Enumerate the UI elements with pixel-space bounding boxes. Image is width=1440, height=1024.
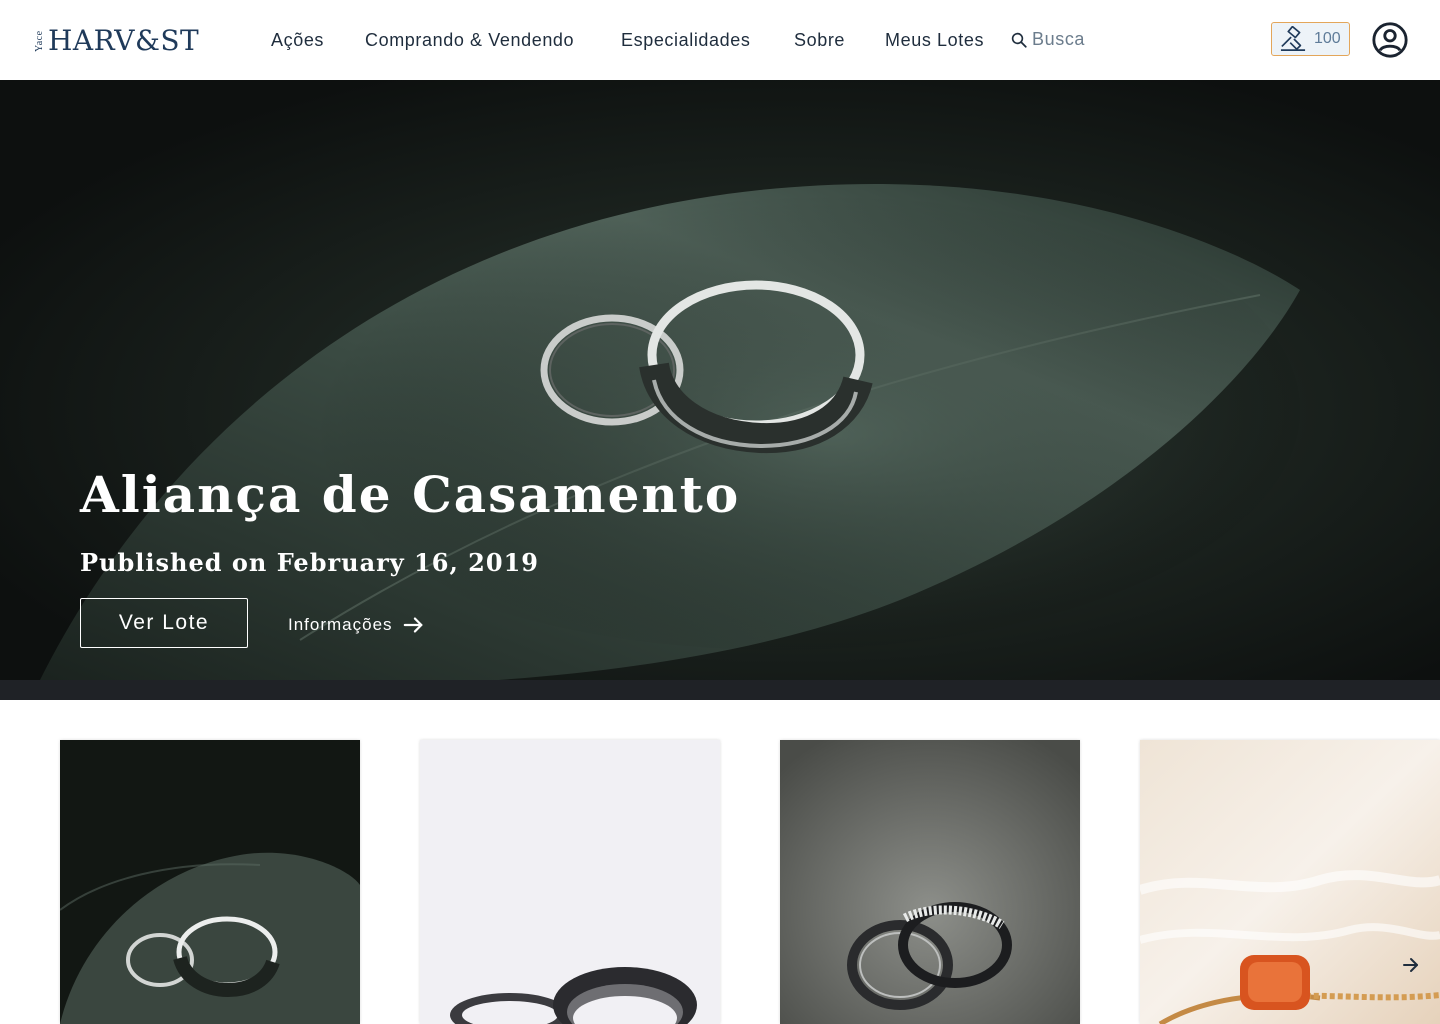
lot-card-3[interactable] xyxy=(780,740,1080,1024)
lot-card-2[interactable] xyxy=(420,740,720,1024)
user-circle-icon[interactable] xyxy=(1371,21,1409,59)
card-image-rings-on-leaf xyxy=(60,740,360,1024)
info-link[interactable]: Informações xyxy=(288,615,425,635)
search-icon xyxy=(1011,32,1027,48)
search-placeholder: Busca xyxy=(1032,29,1086,49)
hero-divider-band xyxy=(0,680,1440,700)
hero-banner: Aliança de Casamento Published on Februa… xyxy=(0,80,1440,680)
nav-item-sobre[interactable]: Sobre xyxy=(794,30,845,51)
bid-count: 100 xyxy=(1314,30,1341,47)
nav-item-meus-lotes[interactable]: Meus Lotes xyxy=(885,30,984,51)
view-lot-button[interactable]: Ver Lote xyxy=(80,598,248,648)
nav-item-comprando-vendendo[interactable]: Comprando & Vendendo xyxy=(365,30,574,51)
hero-image-rings xyxy=(40,170,1300,680)
bid-counter-button[interactable]: 100 xyxy=(1271,22,1350,56)
search-field[interactable]: Busca xyxy=(1010,29,1085,50)
lot-card-4[interactable] xyxy=(1140,740,1440,1024)
logo-wordmark: HARV&ST xyxy=(48,24,200,57)
card-image-dark-metal-rings xyxy=(420,740,720,1024)
chevron-right-icon[interactable] xyxy=(1399,953,1423,977)
info-link-label: Informações xyxy=(288,615,393,634)
site-header: Yace HARV&ST Ações Comprando & Vendendo … xyxy=(0,0,1440,80)
hero-title: Aliança de Casamento xyxy=(80,465,741,524)
card-image-diamond-band-rings xyxy=(780,740,1080,1024)
nav-item-acoes[interactable]: Ações xyxy=(271,30,324,51)
nav-item-especialidades[interactable]: Especialidades xyxy=(621,30,750,51)
logo[interactable]: Yace HARV&ST xyxy=(34,22,209,60)
logo-subtext: Yace xyxy=(34,30,45,52)
arrow-right-icon xyxy=(403,617,422,633)
gavel-icon xyxy=(1280,26,1306,51)
card-image-orange-gem-ring xyxy=(1140,740,1440,1024)
lot-card-1[interactable] xyxy=(60,740,360,1024)
hero-published-date: Published on February 16, 2019 xyxy=(80,548,539,577)
